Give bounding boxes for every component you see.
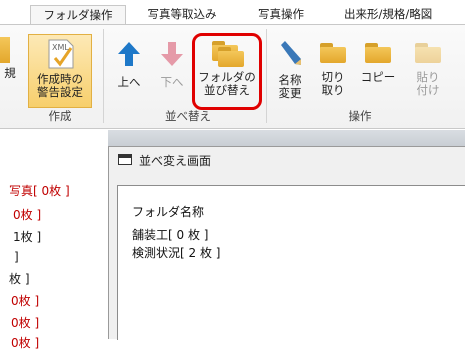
tree-item[interactable]: 検測状況[ 2 枚 ] xyxy=(132,244,220,261)
move-down-label: 下へ xyxy=(160,75,184,89)
arrow-up-icon xyxy=(118,42,140,66)
list-item[interactable]: 写真[ 0枚 ] xyxy=(9,182,70,199)
list-item[interactable]: 1枚 ] xyxy=(13,228,41,245)
tree-root-label[interactable]: フォルダ名称 xyxy=(132,203,204,220)
new-button-label: 規 xyxy=(4,66,16,80)
move-up-button[interactable]: 上へ xyxy=(112,41,146,89)
folder-paste-icon xyxy=(415,41,441,63)
group-label-sort: 並べ替え xyxy=(165,109,211,123)
tab-photo-import[interactable]: 写真等取込み xyxy=(132,5,232,24)
ribbon-tab-row: フォルダ操作 写真等取込み 写真操作 出来形/規格/略図 xyxy=(0,0,465,25)
svg-text:XML: XML xyxy=(52,43,69,52)
list-item[interactable]: ] xyxy=(14,250,19,264)
tree-item[interactable]: 舗装工[ 0 枚 ] xyxy=(132,226,208,243)
tab-dekigata[interactable]: 出来形/規格/略図 xyxy=(334,5,465,24)
group-separator xyxy=(266,29,267,123)
sort-dialog: 並べ変え画面 フォルダ名称 舗装工[ 0 枚 ] 検測状況[ 2 枚 ] xyxy=(108,146,465,340)
rename-button[interactable]: 名称 変更 xyxy=(272,39,308,100)
copy-button[interactable]: コピー xyxy=(358,39,398,84)
folder-icon xyxy=(0,37,10,63)
folder-tree-view[interactable]: フォルダ名称 舗装工[ 0 枚 ] 検測状況[ 2 枚 ] xyxy=(117,185,465,340)
window-icon xyxy=(118,154,132,165)
dialog-title: 並べ変え画面 xyxy=(139,154,212,168)
list-item[interactable]: 枚 ] xyxy=(9,270,30,287)
list-item[interactable]: 0枚 ] xyxy=(11,292,39,309)
list-item[interactable]: 0枚 ] xyxy=(13,206,41,223)
folder-cut-icon xyxy=(320,41,346,63)
group-separator xyxy=(103,29,104,123)
warning-settings-label: 作成時の 警告設定 xyxy=(37,72,83,99)
paste-button[interactable]: 貼り 付け xyxy=(408,39,448,97)
group-label-operation: 操作 xyxy=(348,109,372,123)
highlight-annotation xyxy=(192,33,262,110)
cut-button[interactable]: 切り 取り xyxy=(316,39,350,97)
list-item[interactable]: 0枚 ] xyxy=(11,314,39,331)
list-item[interactable]: 0枚 ] xyxy=(11,334,39,351)
move-up-label: 上へ xyxy=(117,75,141,89)
group-label-create: 作成 xyxy=(48,109,72,123)
dialog-title-bar[interactable]: 並べ変え画面 xyxy=(109,147,465,173)
xml-document-icon: XML xyxy=(48,39,74,69)
pencil-icon xyxy=(281,41,301,65)
arrow-down-icon xyxy=(161,42,183,66)
warning-settings-button[interactable]: XML 作成時の 警告設定 xyxy=(28,34,92,108)
folder-tree-panel: 写真[ 0枚 ] 0枚 ] 1枚 ] ] 枚 ] 0枚 ] 0枚 ] 0枚 ] xyxy=(0,130,108,350)
folder-copy-icon xyxy=(365,41,391,63)
new-button-partial[interactable]: 規 xyxy=(0,37,20,80)
tab-folder-operations[interactable]: フォルダ操作 xyxy=(30,5,126,25)
rename-label: 名称 変更 xyxy=(278,73,302,100)
copy-label: コピー xyxy=(360,70,396,84)
tab-photo-operations[interactable]: 写真操作 xyxy=(240,5,322,24)
paste-label: 貼り 付け xyxy=(416,70,440,97)
cut-label: 切り 取り xyxy=(321,70,345,97)
move-down-button[interactable]: 下へ xyxy=(155,41,189,89)
